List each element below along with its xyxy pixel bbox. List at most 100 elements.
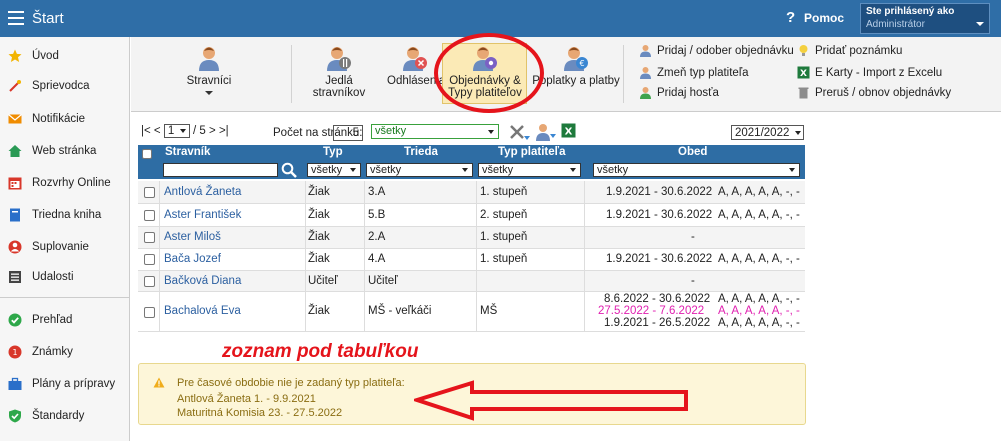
prev-page-button[interactable]: <: [154, 125, 161, 137]
last-page-button[interactable]: >|: [219, 125, 229, 137]
header-obed[interactable]: Obed: [678, 146, 707, 158]
jedla-stravnikov-button[interactable]: Jedlá stravníkov: [299, 45, 379, 99]
page-select[interactable]: 1: [163, 124, 190, 138]
per-page-input[interactable]: 5: [333, 125, 363, 141]
payer-filter-select[interactable]: všetky: [478, 163, 581, 177]
diner-type: Žiak: [308, 186, 330, 198]
table-row[interactable]: Aster Miloš Žiak 2.A 1. stupeň -: [138, 227, 805, 249]
person-food-icon: [326, 45, 352, 71]
diner-type: Žiak: [308, 253, 330, 265]
shield-check-icon: [9, 409, 21, 423]
sidebar-item-label: Web stránka: [32, 145, 97, 157]
school-year-select[interactable]: 2021/2022: [731, 125, 804, 140]
help-icon[interactable]: ?: [786, 9, 795, 26]
diner-name-link[interactable]: Bača Jozef: [164, 253, 221, 265]
sidebar-item-label: Prehľad: [32, 314, 73, 326]
page-count: / 5: [193, 125, 206, 137]
first-page-button[interactable]: |<: [141, 125, 151, 137]
filter-value: všetky: [375, 125, 407, 137]
sidebar-item-label: Známky: [32, 346, 73, 358]
hamburger-menu-icon[interactable]: [8, 11, 24, 25]
diner-class: 2.A: [368, 231, 386, 243]
sidebar-item-prehlad[interactable]: Prehľad: [0, 305, 129, 335]
table-row[interactable]: Aster František Žiak 5.B 2. stupeň 1.9.2…: [138, 204, 805, 227]
type-filter-select[interactable]: všetky: [307, 163, 361, 177]
row-checkbox[interactable]: [144, 307, 155, 318]
pridaj-odober-label: Pridaj / odober objednávku: [657, 44, 794, 57]
diner-payer: 1. stupeň: [480, 253, 528, 265]
meal-filter-select[interactable]: všetky: [593, 163, 800, 177]
svg-text:X: X: [800, 69, 807, 79]
sidebar-item-suplovanie[interactable]: Suplovanie: [0, 232, 129, 262]
diner-name-link[interactable]: Aster František: [164, 209, 241, 221]
svg-text:€: €: [579, 59, 584, 68]
diner-name-link[interactable]: Bačková Diana: [164, 275, 241, 287]
header-stravnik[interactable]: Stravník: [165, 146, 210, 158]
person-money-icon: €: [563, 45, 589, 71]
user-logged-label: Ste prihlásený ako: [866, 6, 955, 17]
row-checkbox[interactable]: [144, 276, 155, 287]
row-checkbox[interactable]: [144, 254, 155, 265]
pridat-poznamku-button[interactable]: Pridať poznámku: [797, 44, 902, 57]
search-icon[interactable]: [281, 162, 298, 178]
diner-name-link[interactable]: Bachalová Eva: [164, 305, 241, 317]
sidebar-item-standardy[interactable]: Štandardy: [0, 401, 129, 431]
row-checkbox[interactable]: [144, 210, 155, 221]
sidebar-item-znamky[interactable]: 1 Známky: [0, 337, 129, 367]
row-checkbox[interactable]: [144, 232, 155, 243]
table-row[interactable]: Antlová Žaneta Žiak 3.A 1. stupeň 1.9.20…: [138, 181, 805, 204]
warning-title: Pre časové obdobie nie je zadaný typ pla…: [177, 377, 405, 389]
grade-icon: 1: [8, 345, 22, 359]
poplatky-platby-button[interactable]: € Poplatky a platby: [531, 45, 621, 87]
diner-class: 3.A: [368, 186, 386, 198]
name-filter-input[interactable]: [163, 163, 278, 177]
header-typ[interactable]: Typ: [323, 146, 343, 158]
class-filter-select[interactable]: všetky: [366, 163, 473, 177]
select-all-checkbox[interactable]: [142, 148, 152, 161]
table-row[interactable]: Bachalová Eva Žiak MŠ - veľkáči MŠ 8.6.2…: [138, 292, 805, 332]
meal-period: -: [691, 275, 695, 287]
sidebar-item-sprievodca[interactable]: Sprievodca: [0, 71, 129, 101]
tools-icon[interactable]: [509, 124, 531, 142]
diner-name-link[interactable]: Antlová Žaneta: [164, 186, 241, 198]
filter-select[interactable]: všetky: [371, 124, 499, 139]
table-row[interactable]: Bačková Diana Učiteľ Učiteľ -: [138, 271, 805, 292]
stravnici-button[interactable]: Stravníci: [176, 45, 242, 95]
chevron-down-icon: [350, 168, 356, 172]
ekarty-import-button[interactable]: X E Karty - Import z Excelu: [797, 66, 942, 79]
sidebar-item-web[interactable]: Web stránka: [0, 136, 129, 166]
chevron-down-icon: [976, 22, 984, 26]
next-page-button[interactable]: >: [209, 125, 216, 137]
zmen-typ-platitela-button[interactable]: Zmeň typ platiteľa: [639, 66, 749, 79]
diner-payer: 1. stupeň: [480, 231, 528, 243]
book-icon: [10, 208, 20, 222]
sidebar-item-uvod[interactable]: Úvod: [0, 41, 129, 71]
wand-icon: [9, 80, 21, 92]
row-checkbox[interactable]: [144, 187, 155, 198]
header-trieda[interactable]: Trieda: [404, 146, 438, 158]
pridaj-odober-objednavku-button[interactable]: Pridaj / odober objednávku: [639, 44, 794, 57]
sidebar-item-triedna-kniha[interactable]: Triedna kniha: [0, 200, 129, 230]
diner-type: Žiak: [308, 231, 330, 243]
prerus-obnov-button[interactable]: Preruš / obnov objednávky: [797, 86, 951, 99]
diner-class: Učiteľ: [368, 275, 398, 287]
table-row[interactable]: Bača Jozef Žiak 4.A 1. stupeň 1.9.2021 -…: [138, 249, 805, 271]
chevron-down-icon: [205, 91, 213, 95]
warning-icon: [153, 377, 165, 388]
pagination: |< < 1 / 5 > >|: [141, 124, 229, 138]
sidebar-item-label: Notifikácie: [32, 113, 86, 125]
pridaj-hosta-button[interactable]: Pridaj hosťa: [639, 86, 719, 99]
sidebar-item-rozvrhy[interactable]: Rozvrhy Online: [0, 168, 129, 198]
person-arrow-icon[interactable]: [535, 123, 557, 141]
excel-export-icon[interactable]: X: [561, 123, 576, 138]
sidebar-item-notifikacie[interactable]: Notifikácie: [0, 104, 129, 134]
header-typ-platitela[interactable]: Typ platiteľa: [498, 146, 565, 158]
user-menu[interactable]: Ste prihlásený ako Administrátor: [860, 3, 990, 34]
help-link[interactable]: Pomoc: [804, 11, 844, 25]
diner-name-link[interactable]: Aster Miloš: [164, 231, 221, 243]
sidebar-item-plany[interactable]: Plány a prípravy: [0, 369, 129, 399]
annotation-label: zoznam pod tabuľkou: [222, 341, 419, 362]
star-icon: [8, 49, 22, 62]
sidebar-item-udalosti[interactable]: Udalosti: [0, 262, 129, 292]
meal-period-highlighted: 27.5.2022 - 7.6.2022: [598, 305, 705, 317]
